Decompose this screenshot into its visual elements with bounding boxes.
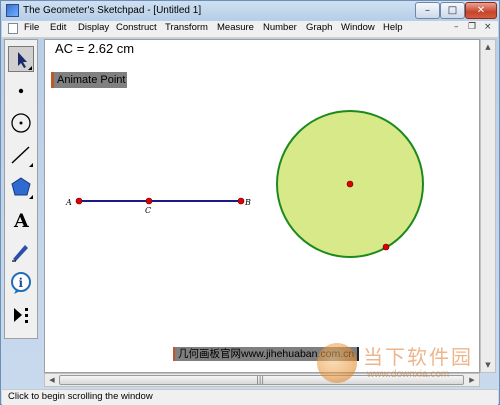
info-icon: i	[11, 272, 31, 294]
label-c[interactable]: C	[145, 206, 151, 215]
sketch-canvas[interactable]: AC = 2.62 cm Animate Point A B C 几何画板官网w…	[44, 39, 480, 373]
polygon-tool[interactable]	[8, 174, 34, 200]
vertical-scrollbar[interactable]: ▲ ▼	[480, 39, 496, 373]
label-a[interactable]: A	[65, 198, 72, 207]
compass-tool[interactable]	[8, 110, 34, 136]
minimize-button[interactable]: –	[415, 2, 440, 19]
tool-menu-indicator	[29, 195, 33, 199]
application-window: The Geometer's Sketchpad - [Untitled 1] …	[0, 0, 500, 405]
scroll-left-arrow[interactable]: ◀	[45, 373, 59, 387]
menu-transform[interactable]: Transform	[165, 22, 208, 33]
circle-radius-point[interactable]	[382, 243, 390, 251]
menu-number[interactable]: Number	[263, 22, 297, 33]
geometry-layer: A B C	[65, 110, 424, 258]
menu-construct[interactable]: Construct	[116, 22, 157, 33]
menu-graph[interactable]: Graph	[306, 22, 332, 33]
menu-edit[interactable]: Edit	[50, 22, 66, 33]
download-site-watermark: 当下软件园 www.downxia.com	[317, 339, 497, 387]
menu-bar: File Edit Display Construct Transform Me…	[2, 21, 498, 38]
text-icon: A	[13, 210, 29, 232]
menu-help[interactable]: Help	[383, 22, 403, 33]
sketchpad-app-icon	[6, 4, 19, 17]
menu-file[interactable]: File	[24, 22, 39, 33]
document-restore-button[interactable]: ❐	[468, 22, 476, 32]
svg-text:A: A	[13, 210, 29, 232]
information-tool[interactable]: i	[8, 270, 34, 296]
custom-tool[interactable]	[8, 302, 34, 328]
tool-palette: A i	[4, 39, 38, 339]
point-icon	[18, 88, 24, 94]
arrow-select-tool[interactable]	[8, 46, 34, 72]
menu-measure[interactable]: Measure	[217, 22, 254, 33]
menu-window[interactable]: Window	[341, 22, 375, 33]
straightedge-tool[interactable]	[8, 142, 34, 168]
custom-tool-icon	[14, 308, 28, 323]
watermark-logo-icon	[317, 343, 357, 383]
watermark-site-url: www.downxia.com	[367, 369, 450, 380]
tool-menu-indicator	[28, 66, 32, 70]
marker-pen-icon	[12, 245, 28, 262]
point-tool[interactable]	[8, 78, 34, 104]
circle-icon	[11, 113, 31, 133]
document-minimize-button[interactable]: –	[454, 22, 459, 32]
label-b[interactable]: B	[244, 198, 251, 207]
scroll-thumb-grip: |||	[256, 375, 265, 384]
title-bar[interactable]: The Geometer's Sketchpad - [Untitled 1] …	[1, 1, 499, 21]
document-close-button[interactable]: ×	[484, 22, 492, 32]
status-bar: Click to begin scrolling the window	[2, 389, 498, 405]
tool-menu-indicator	[29, 163, 33, 167]
point-a[interactable]	[75, 197, 83, 205]
point-c[interactable]	[145, 197, 153, 205]
document-icon[interactable]	[8, 23, 18, 34]
svg-text:i: i	[19, 276, 24, 290]
text-tool[interactable]: A	[8, 206, 34, 232]
status-text: Click to begin scrolling the window	[8, 391, 153, 402]
scroll-up-arrow[interactable]: ▲	[481, 40, 495, 54]
close-button[interactable]: ✕	[465, 2, 497, 19]
maximize-button[interactable]: □	[440, 2, 465, 19]
menu-display[interactable]: Display	[78, 22, 109, 33]
watermark-site-name: 当下软件园	[363, 345, 473, 369]
window-title: The Geometer's Sketchpad - [Untitled 1]	[23, 5, 202, 16]
circle-center-point[interactable]	[346, 180, 354, 188]
marker-tool[interactable]	[8, 238, 34, 264]
point-b[interactable]	[237, 197, 245, 205]
